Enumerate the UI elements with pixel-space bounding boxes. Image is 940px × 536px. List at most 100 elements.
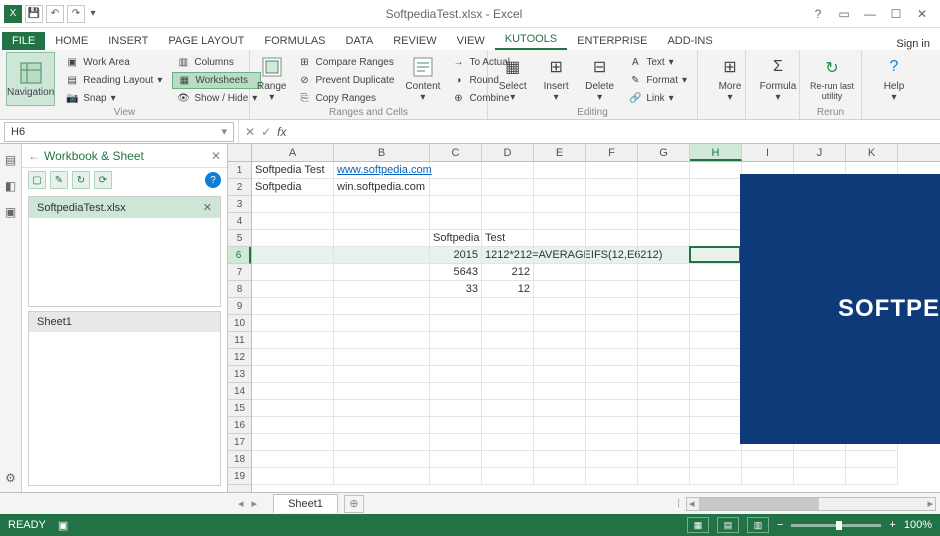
zoom-value[interactable]: 100% — [904, 519, 932, 531]
cell-C14[interactable] — [430, 383, 482, 400]
cell-F9[interactable] — [586, 298, 638, 315]
cell-A8[interactable] — [252, 281, 334, 298]
cell-B4[interactable] — [334, 213, 430, 230]
row-header-11[interactable]: 11 — [228, 332, 251, 349]
help-icon[interactable]: ? — [806, 4, 830, 24]
cell-F5[interactable] — [586, 230, 638, 247]
cell-F3[interactable] — [586, 196, 638, 213]
cell-J18[interactable] — [794, 451, 846, 468]
cell-H18[interactable] — [690, 451, 742, 468]
cell-G10[interactable] — [638, 315, 690, 332]
cell-B19[interactable] — [334, 468, 430, 485]
macro-record-icon[interactable]: ▣ — [58, 519, 68, 532]
content-button[interactable]: Content ▾ — [404, 52, 441, 106]
tab-page-layout[interactable]: PAGE LAYOUT — [158, 32, 254, 50]
qat-excel-icon[interactable]: X — [4, 5, 22, 23]
cell-C2[interactable] — [430, 179, 482, 196]
col-header-B[interactable]: B — [334, 144, 430, 161]
cell-A18[interactable] — [252, 451, 334, 468]
cell-F1[interactable] — [586, 162, 638, 179]
cell-C4[interactable] — [430, 213, 482, 230]
panel-tool-refresh[interactable]: ↻ — [72, 171, 90, 189]
add-sheet-button[interactable]: ⊕ — [344, 495, 364, 513]
cell-D8[interactable]: 12 — [482, 281, 534, 298]
cell-G17[interactable] — [638, 434, 690, 451]
rerun-button[interactable]: ↻Re-run last utility — [806, 52, 858, 106]
rail-settings-icon[interactable]: ⚙ — [3, 470, 19, 486]
cell-A6[interactable] — [252, 247, 334, 264]
cell-G15[interactable] — [638, 400, 690, 417]
cell-E2[interactable] — [534, 179, 586, 196]
row-header-10[interactable]: 10 — [228, 315, 251, 332]
cell-G19[interactable] — [638, 468, 690, 485]
cell-E17[interactable] — [534, 434, 586, 451]
cell-H15[interactable] — [690, 400, 742, 417]
row-header-18[interactable]: 18 — [228, 451, 251, 468]
cell-E12[interactable] — [534, 349, 586, 366]
cell-F8[interactable] — [586, 281, 638, 298]
tab-addins[interactable]: ADD-INS — [657, 32, 722, 50]
col-header-D[interactable]: D — [482, 144, 534, 161]
sheet-nav-last-icon[interactable]: ▸ — [252, 497, 258, 510]
row-header-5[interactable]: 5 — [228, 230, 251, 247]
col-header-C[interactable]: C — [430, 144, 482, 161]
cell-K18[interactable] — [846, 451, 898, 468]
cell-E19[interactable] — [534, 468, 586, 485]
cell-D5[interactable]: Test — [482, 230, 534, 247]
row-header-3[interactable]: 3 — [228, 196, 251, 213]
view-normal-icon[interactable]: ▦ — [687, 517, 709, 533]
cell-F10[interactable] — [586, 315, 638, 332]
cell-H6[interactable] — [690, 247, 742, 264]
cell-E13[interactable] — [534, 366, 586, 383]
prevent-duplicate-button[interactable]: ⊘Prevent Duplicate — [293, 72, 398, 89]
cell-D2[interactable] — [482, 179, 534, 196]
cell-C6[interactable]: 2015 — [430, 247, 482, 264]
cell-A5[interactable] — [252, 230, 334, 247]
fx-icon[interactable]: fx — [277, 125, 286, 139]
cell-C13[interactable] — [430, 366, 482, 383]
cell-E16[interactable] — [534, 417, 586, 434]
cell-D11[interactable] — [482, 332, 534, 349]
cell-G8[interactable] — [638, 281, 690, 298]
select-button[interactable]: ▦Select ▾ — [494, 52, 531, 106]
cell-A13[interactable] — [252, 366, 334, 383]
cell-B10[interactable] — [334, 315, 430, 332]
ribbon-display-icon[interactable]: ▭ — [832, 4, 856, 24]
select-all-corner[interactable] — [228, 144, 252, 161]
cell-G12[interactable] — [638, 349, 690, 366]
cell-B18[interactable] — [334, 451, 430, 468]
cell-D19[interactable] — [482, 468, 534, 485]
cell-B5[interactable] — [334, 230, 430, 247]
cell-D17[interactable] — [482, 434, 534, 451]
cell-F13[interactable] — [586, 366, 638, 383]
sheet-item[interactable]: Sheet1 — [29, 312, 220, 332]
cell-C1[interactable] — [430, 162, 482, 179]
cell-H14[interactable] — [690, 383, 742, 400]
cell-E9[interactable] — [534, 298, 586, 315]
cell-A16[interactable] — [252, 417, 334, 434]
sheet-nav-first-icon[interactable]: ◂ — [238, 497, 244, 510]
cell-E10[interactable] — [534, 315, 586, 332]
text-button[interactable]: AText ▾ — [624, 54, 691, 71]
zoom-in-icon[interactable]: + — [889, 519, 895, 531]
row-header-17[interactable]: 17 — [228, 434, 251, 451]
panel-tool-new[interactable]: ▢ — [28, 171, 46, 189]
cell-H7[interactable] — [690, 264, 742, 281]
cell-G4[interactable] — [638, 213, 690, 230]
panel-tool-edit[interactable]: ✎ — [50, 171, 68, 189]
cell-B9[interactable] — [334, 298, 430, 315]
cell-B3[interactable] — [334, 196, 430, 213]
row-header-8[interactable]: 8 — [228, 281, 251, 298]
cell-D16[interactable] — [482, 417, 534, 434]
cell-H19[interactable] — [690, 468, 742, 485]
navigation-button[interactable]: Navigation — [6, 52, 55, 106]
workbook-close-icon[interactable]: ✕ — [203, 201, 212, 214]
panel-tool-sync[interactable]: ⟳ — [94, 171, 112, 189]
tab-kutools[interactable]: KUTOOLS — [495, 30, 567, 50]
hscroll-thumb[interactable] — [699, 498, 819, 510]
cancel-formula-icon[interactable]: ✕ — [245, 125, 255, 139]
cell-C15[interactable] — [430, 400, 482, 417]
name-box[interactable]: H6 ▾ — [4, 122, 234, 142]
col-header-E[interactable]: E — [534, 144, 586, 161]
tab-enterprise[interactable]: ENTERPRISE — [567, 32, 657, 50]
